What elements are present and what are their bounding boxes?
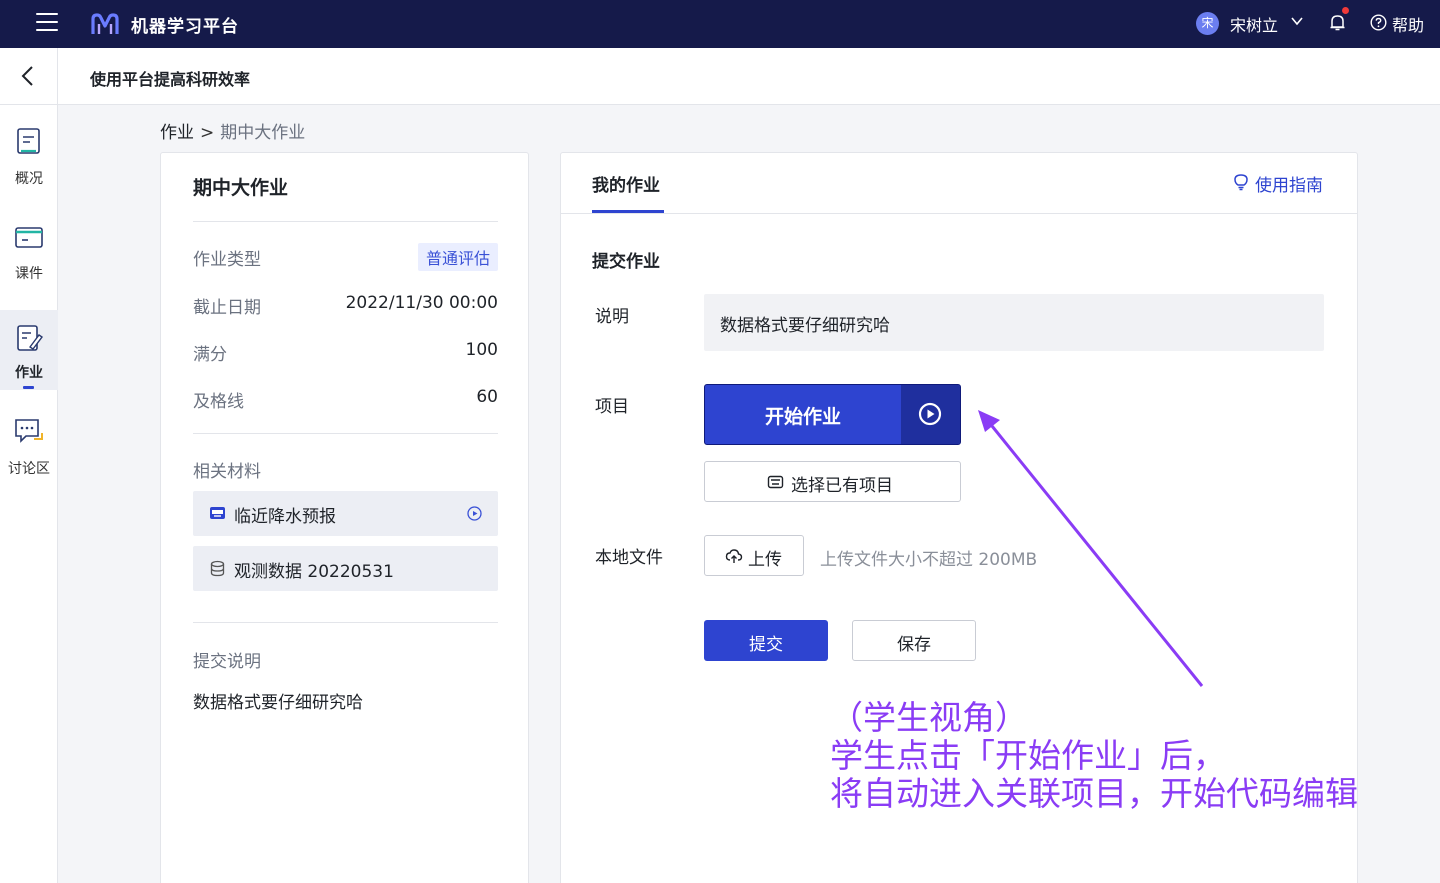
type-badge: 普通评估	[417, 243, 498, 271]
field-value: 2022/11/30 00:00	[345, 293, 498, 313]
play-circle-icon[interactable]	[467, 506, 482, 521]
upload-label: 上传	[748, 550, 782, 570]
guide-label: 使用指南	[1255, 176, 1323, 196]
divider	[193, 622, 498, 623]
back-button[interactable]	[0, 48, 58, 104]
play-circle-icon	[918, 402, 942, 426]
notification-dot	[1342, 7, 1349, 14]
submit-desc-label: 提交说明	[193, 652, 261, 672]
avatar[interactable]: 宋	[1196, 12, 1219, 35]
annotation-callout: （学生视角） 学生点击「开始作业」后， 将自动进入关联项目，开始代码编辑	[815, 695, 1358, 820]
divider	[193, 433, 498, 434]
file-label: 本地文件	[595, 548, 663, 568]
select-project-button[interactable]: 选择已有项目	[704, 461, 961, 502]
field-value: 100	[465, 340, 498, 360]
discussion-icon	[15, 419, 43, 443]
assignment-icon	[17, 325, 44, 351]
nav-item-assignment[interactable]: 作业	[0, 310, 58, 390]
start-assignment-label: 开始作业	[764, 406, 841, 428]
project-icon	[767, 475, 784, 489]
lightbulb-icon	[1234, 174, 1248, 191]
nav-label: 作业	[15, 365, 43, 381]
divider	[193, 221, 498, 222]
material-name: 临近降水预报	[234, 507, 336, 527]
breadcrumb-root[interactable]: 作业	[160, 123, 194, 143]
start-assignment-side[interactable]	[901, 385, 960, 444]
tab-indicator	[592, 210, 664, 213]
save-label: 保存	[897, 635, 931, 655]
nav-label: 概况	[15, 171, 43, 187]
upload-button[interactable]: 上传	[704, 535, 804, 576]
field-key: 满分	[193, 345, 227, 365]
breadcrumb: 作业 > 期中大作业	[160, 118, 305, 143]
chevron-down-icon[interactable]	[1290, 14, 1304, 28]
course-nav: 概况 课件 作业 讨论区	[0, 105, 58, 883]
tab-my-work[interactable]: 我的作业	[592, 171, 660, 196]
breadcrumb-current: 期中大作业	[220, 123, 306, 143]
bell-icon[interactable]	[1328, 13, 1347, 32]
question-circle-icon[interactable]	[1370, 14, 1387, 31]
nav-item-discussion[interactable]: 讨论区	[0, 415, 58, 495]
desc-label: 说明	[595, 307, 629, 327]
save-button[interactable]: 保存	[852, 620, 976, 661]
field-key: 截止日期	[193, 298, 261, 318]
material-name: 观测数据 20220531	[234, 562, 394, 582]
field-deadline: 截止日期 2022/11/30 00:00	[193, 293, 498, 319]
hamburger-menu-icon[interactable]	[36, 13, 58, 33]
database-icon	[210, 560, 225, 577]
assignment-title: 期中大作业	[193, 177, 289, 199]
annotation-line: （学生视角）	[830, 698, 1028, 737]
materials-label: 相关材料	[193, 462, 261, 482]
courseware-icon	[15, 227, 43, 248]
submit-desc: 数据格式要仔细研究哈	[193, 693, 363, 713]
breadcrumb-separator: >	[200, 123, 215, 143]
start-assignment-button[interactable]: 开始作业	[704, 384, 961, 445]
project-icon	[210, 507, 225, 519]
desc-value: 数据格式要仔细研究哈	[720, 316, 890, 336]
course-title: 使用平台提高科研效率	[90, 70, 251, 89]
cloud-upload-icon	[725, 549, 743, 563]
annotation-line: 学生点击「开始作业」后，	[830, 736, 1226, 775]
field-type: 作业类型 普通评估	[193, 243, 498, 271]
field-pass-line: 及格线 60	[193, 387, 498, 413]
assignment-info-card: 期中大作业 作业类型 普通评估 截止日期 2022/11/30 00:00 满分…	[160, 152, 529, 883]
submit-label: 提交	[749, 635, 783, 655]
material-item[interactable]: 观测数据 20220531	[193, 546, 498, 591]
project-label: 项目	[595, 397, 629, 417]
nav-item-courseware[interactable]: 课件	[0, 220, 58, 300]
nav-label: 讨论区	[8, 461, 50, 477]
tab-bar: 我的作业 使用指南	[561, 153, 1357, 214]
material-item[interactable]: 临近降水预报	[193, 491, 498, 536]
user-name[interactable]: 宋树立	[1230, 12, 1278, 36]
start-assignment-main[interactable]: 开始作业	[705, 385, 901, 444]
course-header: 使用平台提高科研效率	[0, 48, 1440, 105]
select-project-label: 选择已有项目	[791, 476, 893, 496]
upload-hint: 上传文件大小不超过 200MB	[820, 550, 1038, 570]
help-link[interactable]: 帮助	[1392, 12, 1424, 36]
section-title: 提交作业	[592, 252, 660, 272]
field-value: 60	[476, 387, 498, 407]
active-indicator	[23, 386, 34, 389]
m-logo-icon[interactable]	[90, 10, 120, 38]
field-full-score: 满分 100	[193, 340, 498, 366]
submit-button[interactable]: 提交	[704, 620, 828, 661]
field-key: 及格线	[193, 392, 244, 412]
desc-box: 数据格式要仔细研究哈	[704, 294, 1324, 351]
annotation-line: 将自动进入关联项目，开始代码编辑	[830, 774, 1358, 813]
chevron-left-icon	[21, 66, 33, 86]
overview-icon	[17, 128, 40, 154]
top-bar: 机器学习平台 宋 宋树立 帮助	[0, 0, 1440, 48]
nav-label: 课件	[15, 266, 43, 282]
field-key: 作业类型	[193, 250, 261, 270]
app-name: 机器学习平台	[131, 17, 239, 37]
nav-item-overview[interactable]: 概况	[0, 125, 58, 205]
